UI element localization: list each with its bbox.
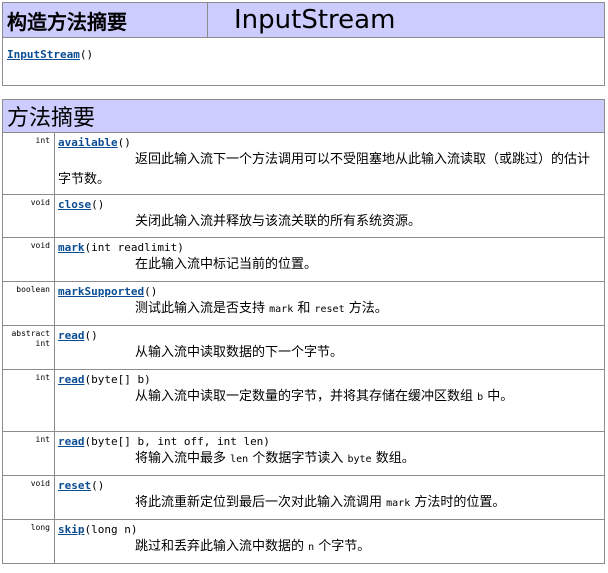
method-return-type: void	[2, 475, 55, 520]
method-row: void close() 关闭此输入流并释放与该流关联的所有系统资源。	[2, 194, 605, 238]
method-description: 测试此输入流是否支持 mark 和 reset 方法。	[135, 301, 388, 316]
method-return-type: long	[2, 519, 55, 564]
constructor-link[interactable]: InputStream	[7, 48, 80, 61]
method-description: 返回此输入流下一个方法调用可以不受阻塞地从此输入流读取（或跳过）的估计字节数。	[58, 152, 591, 187]
method-return-type: int	[2, 431, 55, 476]
method-link-available[interactable]: available	[58, 136, 118, 149]
method-row: long skip(long n) 跳过和丢弃此输入流中数据的 n 个字节。	[2, 519, 605, 564]
constructor-summary-table: 构造方法摘要 InputStream InputStream()	[2, 2, 605, 86]
method-description: 跳过和丢弃此输入流中数据的 n 个字节。	[135, 539, 371, 554]
method-link-marksupported[interactable]: markSupported	[58, 285, 144, 298]
method-return-type: int	[2, 132, 55, 195]
method-summary-table: 方法摘要 int available() 返回此输入流下一个方法调用可以不受阻塞…	[2, 99, 605, 564]
method-description: 在此输入流中标记当前的位置。	[135, 257, 318, 272]
method-link-reset[interactable]: reset	[58, 479, 91, 492]
method-return-type: void	[2, 194, 55, 238]
method-description: 从输入流中读取一定数量的字节，并将其存储在缓冲区数组 b 中。	[135, 389, 514, 404]
method-row: int read(byte[] b) 从输入流中读取一定数量的字节，并将其存储在…	[2, 369, 605, 432]
constructor-params: ()	[79, 48, 94, 61]
method-summary-heading: 方法摘要	[2, 99, 605, 133]
method-description: 将输入流中最多 len 个数据字节读入 byte 数组。	[135, 451, 415, 466]
method-link-read-bytes[interactable]: read	[58, 373, 85, 386]
method-row: void reset() 将此流重新定位到最后一次对此输入流调用 mark 方法…	[2, 475, 605, 520]
method-link-read-range[interactable]: read	[58, 435, 85, 448]
method-link-close[interactable]: close	[58, 198, 91, 211]
method-row: boolean markSupported() 测试此输入流是否支持 mark …	[2, 281, 605, 326]
method-description: 关闭此输入流并释放与该流关联的所有系统资源。	[135, 214, 422, 229]
method-return-type: int	[2, 369, 55, 432]
method-return-type: boolean	[2, 281, 55, 326]
method-description: 从输入流中读取数据的下一个字节。	[135, 345, 344, 360]
method-row: int read(byte[] b, int off, int len) 将输入…	[2, 431, 605, 476]
constructor-row: InputStream()	[2, 37, 605, 86]
method-summary-header: 方法摘要	[2, 99, 605, 133]
class-title: InputStream	[207, 2, 605, 38]
method-return-type: void	[2, 237, 55, 282]
method-description: 将此流重新定位到最后一次对此输入流调用 mark 方法时的位置。	[135, 495, 506, 510]
method-row: int available() 返回此输入流下一个方法调用可以不受阻塞地从此输入…	[2, 132, 605, 195]
method-link-skip[interactable]: skip	[58, 523, 85, 536]
method-row: void mark(int readlimit) 在此输入流中标记当前的位置。	[2, 237, 605, 282]
constructor-summary-heading: 构造方法摘要	[2, 2, 208, 38]
constructor-summary-header: 构造方法摘要 InputStream	[2, 2, 605, 38]
method-row: abstract int read() 从输入流中读取数据的下一个字节。	[2, 325, 605, 370]
method-link-mark[interactable]: mark	[58, 241, 85, 254]
method-return-type: abstract int	[2, 325, 55, 370]
method-link-read[interactable]: read	[58, 329, 85, 342]
